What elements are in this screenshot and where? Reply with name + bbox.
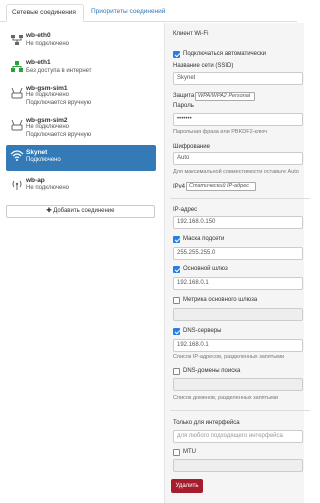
search-domains-help: Список доменов, разделенных запятыми (173, 395, 278, 401)
encryption-help: Для максимальной совместимости оставьте … (173, 169, 299, 175)
ipv4-value: Статический IP-адрес (189, 183, 249, 189)
connection-status: Подключено (26, 157, 61, 163)
search-domains-label: DNS-домены поиска (183, 368, 241, 374)
connection-status: Не подключено (26, 92, 69, 98)
autoconnect-label: Подключаться автоматически (183, 51, 266, 57)
tab-priorities[interactable]: Приоритеты соединений (86, 4, 170, 22)
search-domains-checkbox[interactable] (173, 368, 180, 375)
security-value: WPA/WPA2 Personal (198, 93, 251, 99)
search-domains-input[interactable] (173, 378, 303, 391)
ssid-input[interactable]: Skynet (173, 72, 303, 85)
dns-help: Список IP-адресов, разделенных запятыми (173, 354, 285, 360)
connection-name: wb-gsm-sim1 (26, 85, 68, 92)
connection-item-wb-gsm-sim2[interactable]: wb-gsm-sim2 Не подключено Подключается в… (6, 115, 156, 143)
connection-status: Не подключено (26, 185, 69, 191)
password-help: Парольная фраза или PBKDF2-ключ (173, 129, 268, 135)
connection-type-label: Клиент Wi-Fi (173, 31, 209, 37)
ipv4-label: IPv4 (173, 184, 186, 190)
metric-checkbox[interactable] (173, 297, 180, 304)
netmask-checkbox[interactable] (173, 236, 180, 243)
autoconnect-checkbox[interactable] (173, 51, 180, 58)
dns-label: DNS-серверы (183, 328, 222, 334)
metric-label: Метрика основного шлюза (183, 297, 258, 303)
add-connection-button[interactable]: ✚ Добавить соединение (6, 205, 155, 218)
gateway-input[interactable]: 192.168.0.1 (173, 277, 303, 290)
divider (170, 410, 310, 411)
connection-item-wb-ap[interactable]: wb-ap Не подключено (6, 175, 156, 205)
connection-mode: Подключается вручную (26, 100, 92, 106)
mtu-label: MTU (183, 449, 196, 455)
netmask-label: Маска подсети (183, 236, 225, 242)
mtu-checkbox[interactable] (173, 449, 180, 456)
wifi-icon (10, 150, 24, 161)
netmask-input[interactable]: 255.255.255.0 (173, 247, 303, 260)
password-input[interactable]: ••••••• (173, 113, 303, 126)
tabs-bar: Сетевые соединения Приоритеты соединений (0, 0, 297, 22)
connection-name: wb-ap (26, 177, 45, 184)
connection-status: Без доступа в интернет (26, 68, 92, 74)
encryption-label: Шифрование (173, 144, 210, 150)
security-select[interactable]: WPA/WPA2 Personal (195, 92, 255, 101)
connection-status: Не подключено (26, 124, 69, 130)
ip-label: IP-адрес (173, 207, 198, 213)
password-label: Пароль (173, 103, 194, 109)
delete-button[interactable]: Удалить (171, 479, 203, 493)
connection-name: wb-gsm-sim2 (26, 117, 68, 124)
interface-input[interactable]: для любого подходящего интерфейса (173, 430, 303, 443)
gateway-checkbox[interactable] (173, 266, 180, 273)
metric-input[interactable] (173, 308, 303, 321)
mtu-input[interactable] (173, 459, 303, 472)
security-label: Защита (173, 93, 195, 99)
modem-icon (11, 119, 23, 131)
connection-item-wb-eth0[interactable]: wb-eth0 Не подключено (6, 30, 156, 60)
dns-checkbox[interactable] (173, 328, 180, 335)
add-connection-label: Добавить соединение (53, 208, 115, 214)
ssid-label: Название сети (SSID) (173, 63, 234, 69)
connection-item-skynet[interactable]: Skynet Подключено (6, 145, 156, 171)
encryption-select[interactable]: Auto (173, 152, 303, 165)
ipv4-select[interactable]: Статический IP-адрес (186, 182, 256, 191)
tab-connections[interactable]: Сетевые соединения (6, 4, 84, 22)
connection-name: wb-eth1 (26, 59, 51, 66)
access-point-icon (12, 180, 22, 190)
divider (170, 198, 310, 199)
ip-input[interactable]: 192.168.0.150 (173, 216, 303, 229)
connection-mode: Подключается вручную (26, 132, 92, 138)
gateway-label: Основной шлюз (183, 266, 228, 272)
interface-label: Только для интерфейса (173, 420, 240, 426)
connection-name: Skynet (26, 149, 48, 156)
ethernet-icon (11, 35, 23, 45)
ethernet-connected-icon (11, 61, 23, 72)
connection-name: wb-eth0 (26, 32, 51, 39)
dns-input[interactable]: 192.168.0.1 (173, 339, 303, 352)
connection-item-wb-gsm-sim1[interactable]: wb-gsm-sim1 Не подключено Подключается в… (6, 83, 156, 111)
modem-icon (11, 87, 23, 99)
connection-status: Не подключено (26, 41, 69, 47)
